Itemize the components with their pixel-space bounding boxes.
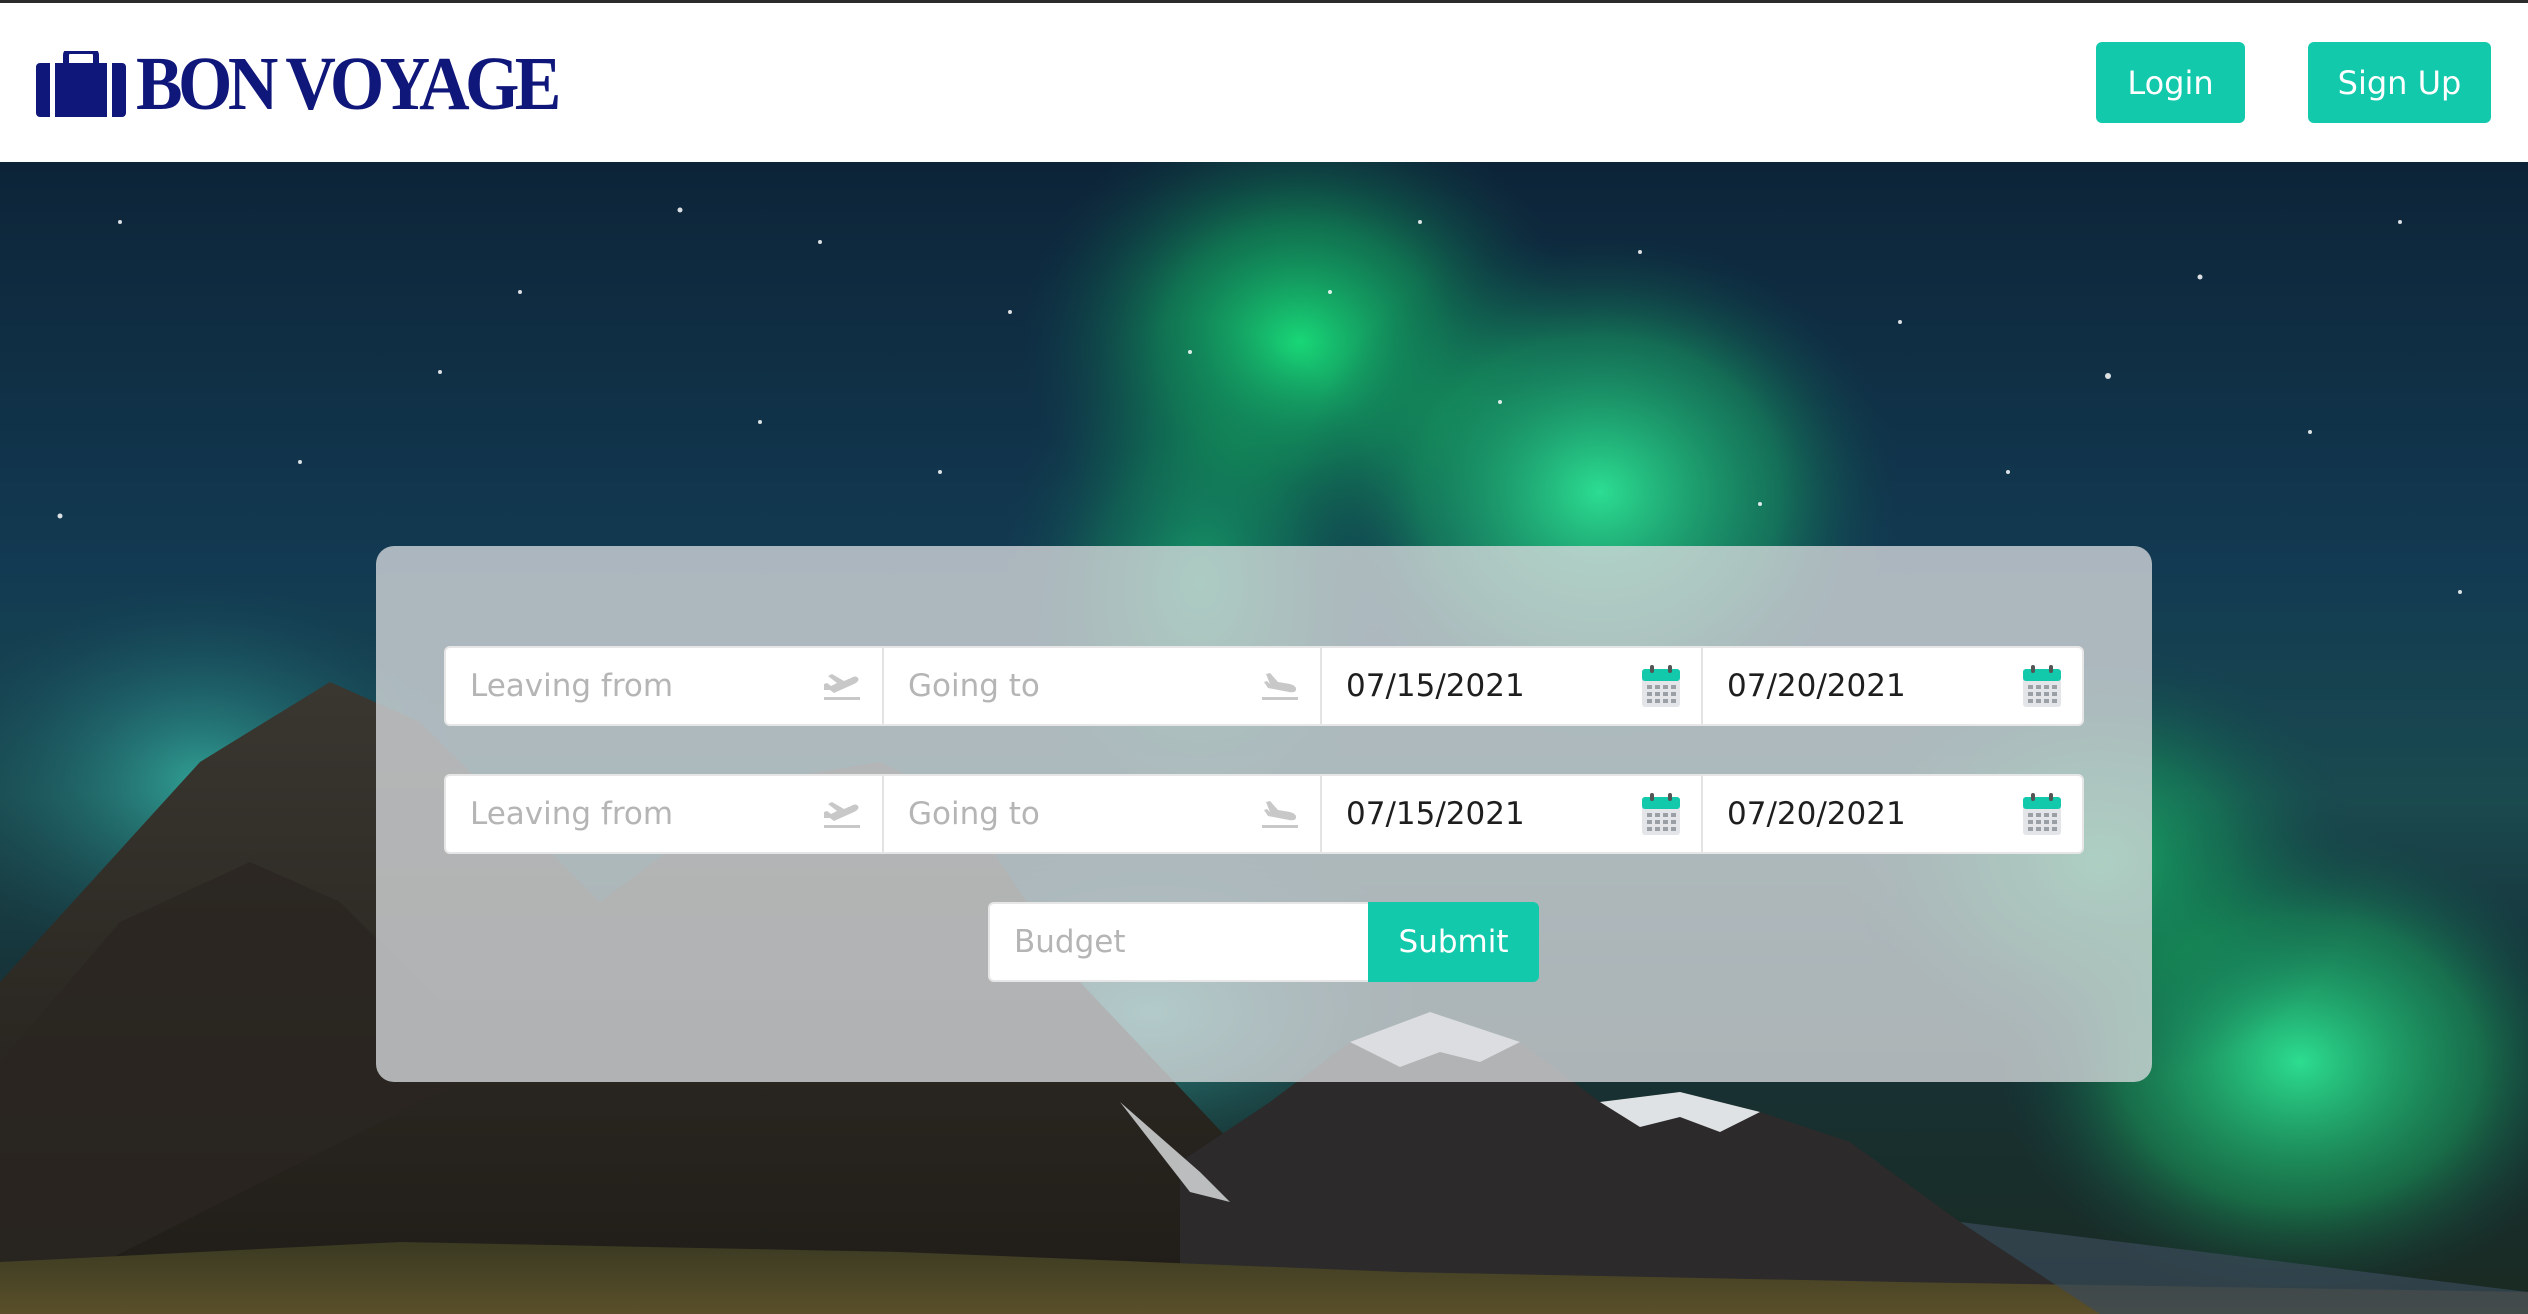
leaving-from-input[interactable] — [446, 648, 882, 724]
brand-name: Bon Voyage — [136, 42, 561, 126]
budget-row: Submit — [988, 902, 1539, 982]
plane-landing-icon — [1256, 662, 1304, 710]
suitcase-icon — [36, 51, 126, 117]
leaving-from-input[interactable] — [446, 776, 882, 852]
return-date-field — [1703, 648, 2082, 724]
submit-button[interactable]: Submit — [1368, 902, 1539, 982]
brand-logo[interactable]: Bon Voyage — [36, 42, 593, 126]
depart-date-field — [1322, 776, 1703, 852]
calendar-icon[interactable] — [2018, 662, 2066, 710]
page: Bon Voyage Login Sign Up — [0, 0, 2528, 1314]
going-to-field — [884, 776, 1322, 852]
plane-takeoff-icon — [818, 662, 866, 710]
site-header: Bon Voyage Login Sign Up — [0, 3, 2528, 162]
trip-row — [444, 774, 2084, 854]
trip-row — [444, 646, 2084, 726]
return-date-field — [1703, 776, 2082, 852]
plane-takeoff-icon — [818, 790, 866, 838]
signup-button[interactable]: Sign Up — [2308, 42, 2491, 123]
calendar-icon[interactable] — [1637, 790, 1685, 838]
depart-date-field — [1322, 648, 1703, 724]
leaving-from-field — [446, 648, 884, 724]
plane-landing-icon — [1256, 790, 1304, 838]
going-to-input[interactable] — [884, 776, 1320, 852]
calendar-icon[interactable] — [2018, 790, 2066, 838]
login-button[interactable]: Login — [2096, 42, 2245, 123]
calendar-icon[interactable] — [1637, 662, 1685, 710]
going-to-field — [884, 648, 1322, 724]
search-panel: Submit — [376, 546, 2152, 1082]
leaving-from-field — [446, 776, 884, 852]
going-to-input[interactable] — [884, 648, 1320, 724]
budget-input[interactable] — [988, 902, 1368, 982]
